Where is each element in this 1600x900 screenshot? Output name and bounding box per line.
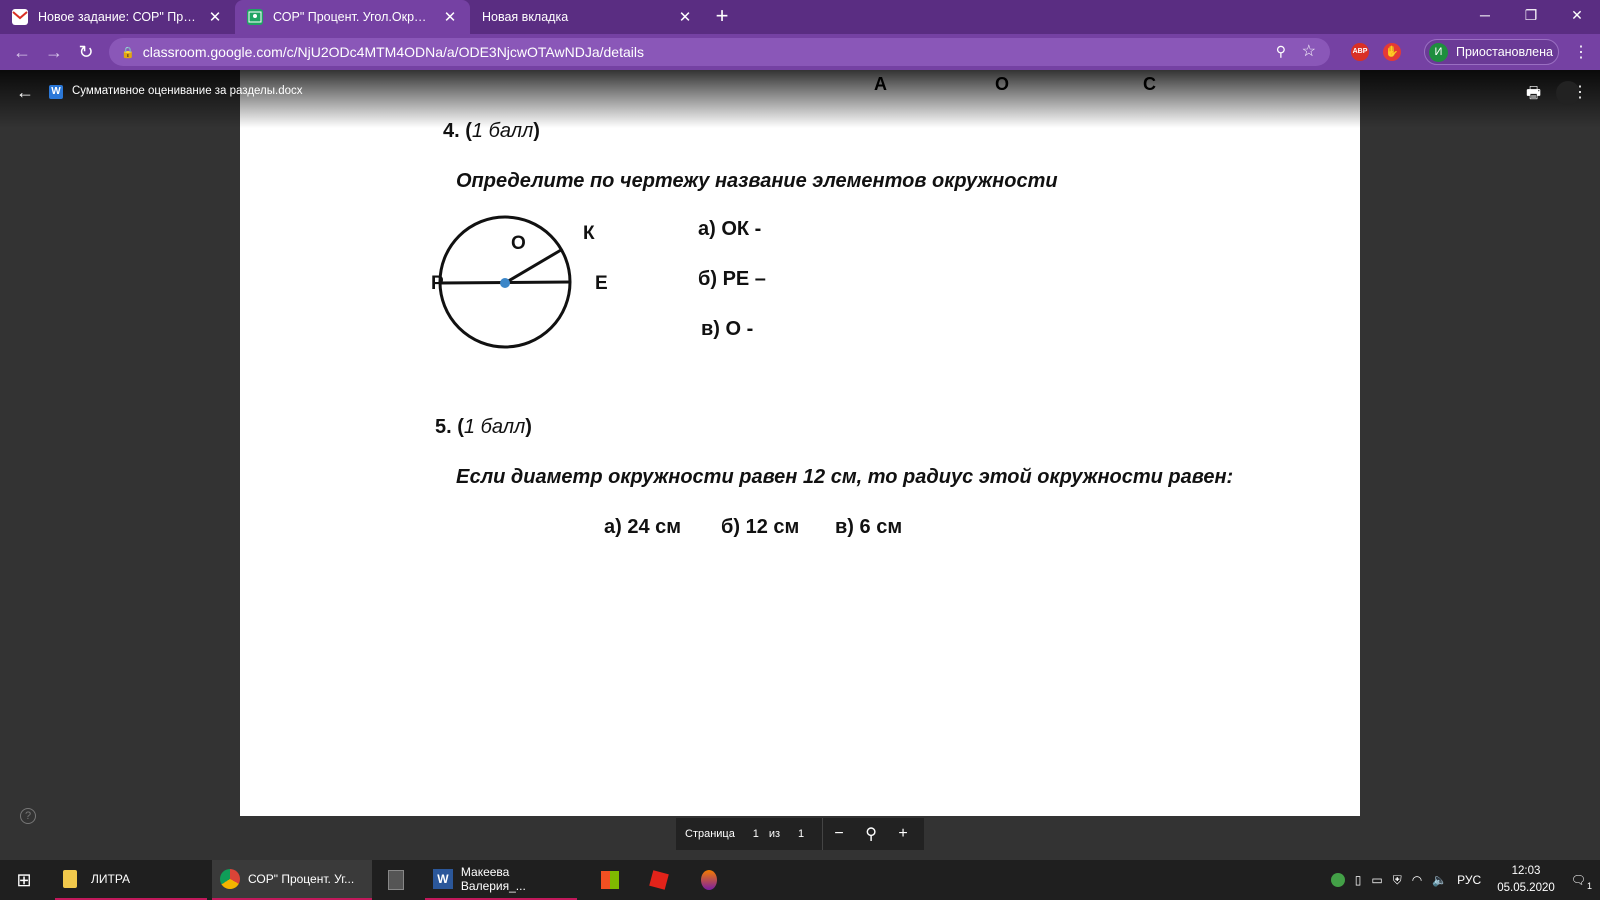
tab-gmail[interactable]: Новое задание: СОР" Процент. ✕ <box>0 0 235 34</box>
task-5-question: Если диаметр окружности равен 12 см, то … <box>456 466 1234 488</box>
tab-strip: Новое задание: СОР" Процент. ✕ СОР" Проц… <box>0 0 1600 34</box>
notifications-icon[interactable]: 🗨 1 <box>1571 873 1592 891</box>
help-icon[interactable]: ? <box>20 808 36 824</box>
page-of-label: из <box>768 828 781 840</box>
page-label: Страница <box>685 828 735 840</box>
task-5-option-a: а) 24 см <box>604 516 682 538</box>
document-page: А О С 4. (1 балл) Определите по чертежу … <box>240 70 1360 816</box>
taskbar-item-folder[interactable]: ЛИТРА <box>55 860 207 900</box>
lock-icon: 🔒 <box>121 46 135 59</box>
print-icon[interactable]: 🖶 <box>1526 82 1541 109</box>
restore-icon[interactable]: ❐ <box>1508 0 1554 30</box>
reload-icon[interactable]: ↻ <box>70 42 102 63</box>
security-check-icon[interactable] <box>1330 873 1345 887</box>
task-4-answer-b: б) РЕ – <box>698 268 766 290</box>
tab-new[interactable]: Новая вкладка ✕ <box>470 0 705 34</box>
taskbar-item-label: СОР" Процент. Уг... <box>248 872 355 886</box>
clock-time: 12:03 <box>1511 865 1541 877</box>
zoom-icon[interactable]: ⚲ <box>1276 43 1286 60</box>
word-doc-icon: W <box>49 85 63 99</box>
folder-icon <box>63 870 77 888</box>
page-total: 1 <box>798 828 805 840</box>
more-options-icon[interactable]: ⋮ <box>1572 82 1588 102</box>
new-tab-button[interactable]: + <box>705 0 739 34</box>
usb-icon[interactable]: ▯ <box>1355 873 1362 887</box>
clock-date: 05.05.2020 <box>1497 882 1555 894</box>
back-arrow-icon[interactable]: ← <box>16 82 34 103</box>
task-5-option-c: в) 6 см <box>835 516 903 538</box>
profile-button[interactable]: И Приостановлена <box>1424 39 1559 65</box>
taskbar-item-word[interactable]: W Макеева Валерия_... <box>425 860 577 900</box>
windows-taskbar: ⊞ ЛИТРА СОР" Процент. Уг... W Макеева Ва… <box>0 860 1600 900</box>
adblock-icon[interactable]: ABP <box>1351 43 1369 61</box>
roblox-glyph <box>649 870 669 890</box>
circle-label-e: Е <box>595 273 608 294</box>
tab-title: СОР" Процент. Угол.Окружност <box>273 10 432 24</box>
tab-title: Новая вкладка <box>482 10 569 24</box>
task-4-answer-a: а) ОК - <box>698 218 762 240</box>
minimize-icon[interactable]: ─ <box>1462 0 1508 30</box>
document-name: Суммативное оценивание за разделы.docx <box>72 85 303 97</box>
taskbar-item-chrome[interactable]: СОР" Процент. Уг... <box>212 860 372 900</box>
volume-icon[interactable]: 🔈 <box>1432 873 1447 887</box>
close-icon[interactable]: ✕ <box>442 8 458 26</box>
language-indicator[interactable]: РУС <box>1457 873 1481 887</box>
roblox-icon[interactable] <box>643 860 683 900</box>
windows-start-icon[interactable]: ⊞ <box>0 870 48 891</box>
window-controls: ─ ❐ ✕ <box>1462 0 1600 30</box>
notification-count: 1 <box>1586 881 1592 891</box>
wifi-icon[interactable]: ◠ <box>1412 873 1422 887</box>
back-icon[interactable]: ← <box>6 42 38 63</box>
browser-menu-icon[interactable]: ⋮ <box>1573 42 1589 62</box>
close-window-icon[interactable]: ✕ <box>1554 0 1600 30</box>
drop-app-icon[interactable] <box>693 860 733 900</box>
system-tray: ▯ ▭ ⛨ ◠ 🔈 РУС 12:03 05.05.2020 🗨 1 <box>1330 860 1600 900</box>
circle-label-k: К <box>583 223 595 244</box>
circle-diagram <box>438 215 572 349</box>
battery-icon[interactable]: ▭ <box>1371 873 1382 887</box>
gmail-icon <box>12 9 28 25</box>
zoom-icon[interactable]: ⚲ <box>855 824 887 844</box>
task-5-heading: 5. (1 балл) <box>435 416 532 438</box>
word-icon: W <box>433 869 453 889</box>
forward-icon[interactable]: → <box>38 42 70 63</box>
zoom-out-icon[interactable]: − <box>823 825 855 843</box>
tab-title: Новое задание: СОР" Процент. <box>38 10 197 24</box>
profile-label: Приостановлена <box>1456 45 1553 59</box>
close-icon[interactable]: ✕ <box>677 8 693 26</box>
extension-hand-icon[interactable]: ✋ <box>1383 43 1401 61</box>
zoom-in-icon[interactable]: + <box>887 825 919 843</box>
chrome-icon <box>220 869 240 889</box>
defender-icon[interactable]: ⛨ <box>1393 873 1402 888</box>
avatar: И <box>1429 42 1448 62</box>
store-icon[interactable] <box>593 860 633 900</box>
taskbar-item-label: ЛИТРА <box>91 872 131 886</box>
calculator-glyph <box>388 870 404 890</box>
url-text: classroom.google.com/c/NjU2ODc4MTM4ODNa/… <box>142 44 644 60</box>
close-icon[interactable]: ✕ <box>207 8 223 26</box>
task-5-option-b: б) 12 см <box>721 516 800 538</box>
classroom-icon <box>247 9 263 25</box>
bookmark-star-icon[interactable]: ☆ <box>1302 41 1316 61</box>
viewer-header: ← W Суммативное оценивание за разделы.do… <box>0 70 1600 128</box>
taskbar-item-label: Макеева Валерия_... <box>460 865 526 893</box>
task-4-question: Определите по чертежу название элементов… <box>456 170 1058 192</box>
page-navigator: Страница 1 из 1 − ⚲ + <box>676 818 924 850</box>
clock[interactable]: 12:03 05.05.2020 <box>1497 863 1555 897</box>
calculator-icon[interactable] <box>380 860 420 900</box>
page-current[interactable]: 1 <box>743 828 769 840</box>
drop-glyph <box>701 870 717 890</box>
tab-classroom[interactable]: СОР" Процент. Угол.Окружност ✕ <box>235 0 470 34</box>
address-bar[interactable]: 🔒 classroom.google.com/c/NjU2ODc4MTM4ODN… <box>109 38 1330 66</box>
address-toolbar: ← → ↻ 🔒 classroom.google.com/c/NjU2ODc4M… <box>0 34 1600 70</box>
circle-label-p: Р <box>431 273 444 294</box>
document-viewer: А О С 4. (1 балл) Определите по чертежу … <box>0 70 1600 860</box>
task-4-answer-c: в) О - <box>701 318 754 340</box>
circle-label-center: О <box>511 233 526 254</box>
store-glyph <box>601 871 619 889</box>
